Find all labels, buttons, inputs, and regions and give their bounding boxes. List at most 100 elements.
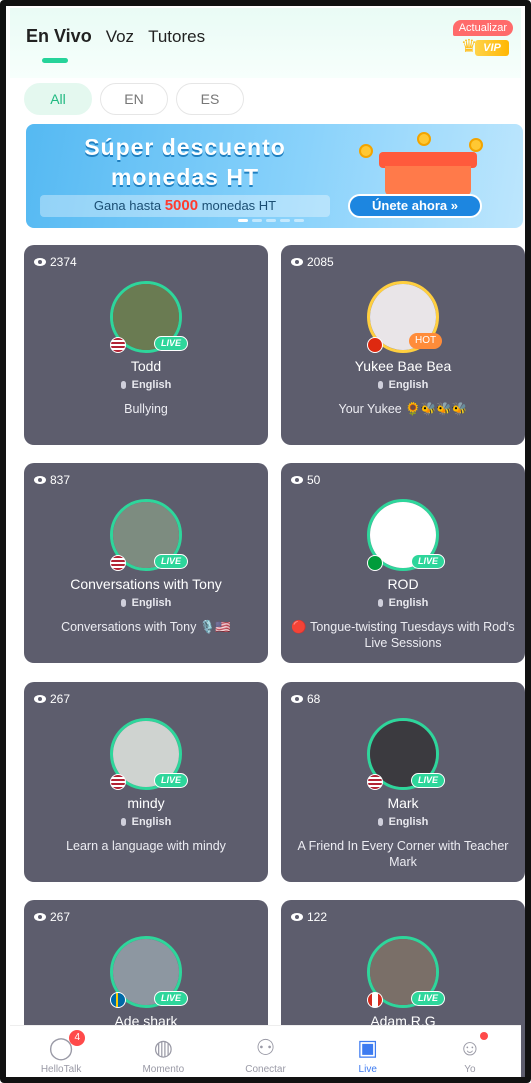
live-badge: LIVE <box>411 554 446 569</box>
viewer-count-value: 837 <box>50 473 71 487</box>
carousel-dots <box>238 219 304 222</box>
filter-all[interactable]: All <box>24 83 92 115</box>
mic-icon <box>377 381 383 389</box>
people-icon: ⚇ <box>255 1035 276 1060</box>
language-label: English <box>131 379 172 391</box>
live-room-card[interactable]: 2085 HOT Yukee Bae Bea English Your Yuke… <box>281 245 525 445</box>
eye-icon <box>291 913 303 921</box>
room-description: A Friend In Every Corner with Teacher Ma… <box>297 839 509 869</box>
nav-conectar[interactable]: ⚇ Conectar <box>214 1026 316 1079</box>
tab-en-vivo[interactable]: En Vivo <box>26 26 92 47</box>
country-flag-icon <box>367 555 383 571</box>
country-flag-icon <box>367 992 383 1008</box>
nav-yo[interactable]: ☺ Yo <box>419 1026 521 1079</box>
tab-tutores[interactable]: Tutores <box>148 27 205 47</box>
active-tab-indicator <box>42 58 68 63</box>
viewer-count: 267 <box>34 692 70 706</box>
host-avatar[interactable]: LIVE <box>110 936 189 1008</box>
room-language: English <box>24 379 268 391</box>
top-tabs: En Vivo Voz Tutores <box>26 26 205 47</box>
profile-icon: ☺ <box>458 1035 482 1060</box>
notification-dot <box>480 1032 489 1040</box>
eye-icon <box>34 913 46 921</box>
unread-badge: 4 <box>69 1030 86 1046</box>
bottom-nav: ◯ 4 HelloTalk ◍ Momento ⚇ Conectar ▣ Liv… <box>10 1025 521 1079</box>
room-language: English <box>24 816 268 828</box>
promo-banner[interactable]: Súper descuento monedas HT Gana hasta 50… <box>26 124 523 228</box>
gift-box-icon <box>359 132 483 200</box>
host-name: Todd <box>130 358 162 374</box>
country-flag-icon <box>110 555 126 571</box>
live-badge: LIVE <box>154 554 189 569</box>
tab-voz[interactable]: Voz <box>106 27 134 47</box>
room-description: Bullying <box>124 402 168 416</box>
live-badge: LIVE <box>154 991 189 1006</box>
room-language: English <box>281 597 525 609</box>
viewer-count: 50 <box>291 473 320 487</box>
vip-badge: VIP <box>475 40 509 56</box>
planet-icon: ◍ <box>153 1035 173 1060</box>
eye-icon <box>34 695 46 703</box>
room-description: Conversations with Tony 🎙️🇺🇸 <box>61 620 231 634</box>
live-room-card[interactable]: 837 LIVE Conversations with Tony English… <box>24 463 268 663</box>
live-badge: LIVE <box>411 991 446 1006</box>
viewer-count-value: 50 <box>307 473 321 487</box>
host-avatar[interactable]: LIVE <box>367 718 446 790</box>
language-label: English <box>388 597 429 609</box>
upgrade-pill: Actualizar <box>452 20 513 36</box>
nav-hellotalk[interactable]: ◯ 4 HelloTalk <box>10 1026 112 1079</box>
banner-sub-prefix: Gana hasta <box>93 198 162 213</box>
nav-live[interactable]: ▣ Live <box>317 1026 419 1079</box>
viewer-count-value: 122 <box>307 910 328 924</box>
filter-en[interactable]: EN <box>100 83 168 115</box>
host-avatar[interactable]: LIVE <box>110 499 189 571</box>
mic-icon <box>377 818 383 826</box>
host-avatar[interactable]: LIVE <box>367 499 446 571</box>
room-language: English <box>24 597 268 609</box>
country-flag-icon <box>367 774 383 790</box>
vip-upgrade-button[interactable]: Actualizar ♛ VIP <box>445 20 513 62</box>
top-header: En Vivo Voz Tutores Actualizar ♛ VIP <box>10 8 521 78</box>
tv-icon: ▣ <box>357 1035 379 1060</box>
host-avatar[interactable]: LIVE <box>110 281 189 353</box>
banner-sub-amount: 5000 <box>164 197 199 214</box>
country-flag-icon <box>110 337 126 353</box>
nav-momento[interactable]: ◍ Momento <box>112 1026 214 1079</box>
viewer-count: 267 <box>34 910 70 924</box>
banner-title-line2: monedas HT <box>110 164 260 190</box>
join-now-button[interactable]: Únete ahora » <box>348 194 482 218</box>
eye-icon <box>291 476 303 484</box>
language-filters: All EN ES <box>24 83 244 115</box>
filter-es[interactable]: ES <box>176 83 244 115</box>
live-room-card[interactable]: 2374 LIVE Todd English Bullying <box>24 245 268 445</box>
host-avatar[interactable]: HOT <box>367 281 443 353</box>
live-room-card[interactable]: 68 LIVE Mark English A Friend In Every C… <box>281 682 525 882</box>
viewer-count-value: 267 <box>50 910 71 924</box>
viewer-count: 2374 <box>34 255 77 269</box>
live-badge: LIVE <box>154 336 189 351</box>
room-description: Learn a language with mindy <box>66 839 226 853</box>
language-label: English <box>131 597 172 609</box>
live-room-card[interactable]: 267 LIVE mindy English Learn a language … <box>24 682 268 882</box>
banner-subtitle: Gana hasta 5000 monedas HT <box>40 195 330 217</box>
banner-title-line1: Súper descuento <box>84 134 286 160</box>
country-flag-icon <box>110 992 126 1008</box>
nav-label: Live <box>358 1064 377 1075</box>
viewer-count-value: 267 <box>50 692 71 706</box>
viewer-count: 2085 <box>291 255 334 269</box>
host-avatar[interactable]: LIVE <box>367 936 446 1008</box>
host-avatar[interactable]: LIVE <box>110 718 189 790</box>
room-description: 🔴 Tongue-twisting Tuesdays with Rod's Li… <box>291 620 515 650</box>
live-badge: LIVE <box>411 773 446 788</box>
language-label: English <box>388 816 429 828</box>
viewer-count: 837 <box>34 473 70 487</box>
hot-badge: HOT <box>409 333 443 349</box>
live-room-card[interactable]: 50 LIVE ROD English 🔴 Tongue-twisting Tu… <box>281 463 525 663</box>
nav-label: HelloTalk <box>40 1064 82 1075</box>
host-name: Yukee Bae Bea <box>354 358 452 374</box>
eye-icon <box>291 695 303 703</box>
viewer-count: 68 <box>291 692 320 706</box>
room-description: Your Yukee 🌻🐝🐝🐝 <box>338 402 468 416</box>
viewer-count-value: 68 <box>307 692 321 706</box>
host-name: Conversations with Tony <box>70 576 222 592</box>
